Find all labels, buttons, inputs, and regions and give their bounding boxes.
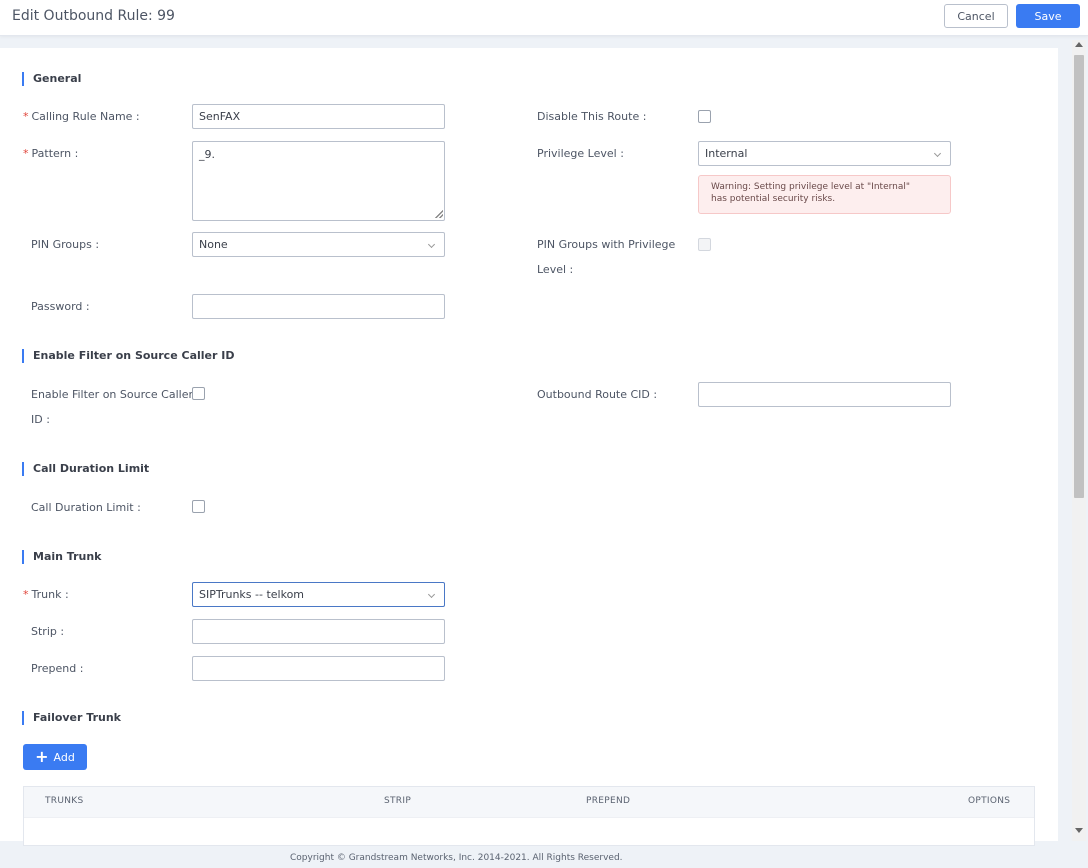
chevron-down-icon: [427, 240, 436, 249]
chevron-down-icon: [933, 149, 942, 158]
password-label: Password :: [31, 300, 90, 313]
column-prepend: PREPEND: [586, 796, 631, 806]
privilege-level-select[interactable]: Internal: [698, 141, 951, 166]
column-options: OPTIONS: [968, 796, 1011, 806]
enable-filter-label: Enable Filter on Source Caller: [31, 388, 194, 401]
column-strip: STRIP: [384, 796, 412, 806]
pin-groups-value: None: [199, 238, 228, 251]
enable-filter-checkbox[interactable]: [192, 387, 205, 400]
scrollbar[interactable]: [1072, 40, 1086, 841]
outbound-route-cid-label: Outbound Route CID :: [537, 388, 658, 401]
strip-label: Strip :: [31, 625, 65, 638]
add-label: Add: [53, 750, 75, 764]
section-duration-title: Call Duration Limit: [22, 462, 149, 476]
page-title: Edit Outbound Rule: 99: [12, 8, 175, 24]
trunk-value: SIPTrunks -- telkom: [199, 588, 305, 601]
top-bar: Edit Outbound Rule: 99 Cancel Save: [0, 0, 1088, 36]
disable-route-checkbox[interactable]: [698, 110, 711, 123]
required-mark: *: [23, 110, 29, 123]
required-mark: *: [23, 588, 29, 601]
prepend-input[interactable]: [192, 656, 445, 681]
cancel-button[interactable]: Cancel: [944, 4, 1008, 28]
pin-groups-select[interactable]: None: [192, 232, 445, 257]
form-panel: [0, 48, 1058, 841]
pattern-textarea[interactable]: _9.: [192, 141, 445, 221]
calling-rule-name-label: * Calling Rule Name :: [23, 110, 140, 123]
trunk-select[interactable]: SIPTrunks -- telkom: [192, 582, 445, 607]
table-header: TRUNKS STRIP PREPEND OPTIONS: [24, 787, 1034, 818]
pin-groups-label: PIN Groups :: [31, 238, 100, 251]
outbound-route-cid-input[interactable]: [698, 382, 951, 407]
section-failover-title: Failover Trunk: [22, 711, 121, 725]
enable-filter-label-cont: ID :: [31, 413, 50, 426]
add-failover-button[interactable]: + Add: [23, 744, 87, 770]
scroll-up-icon[interactable]: [1075, 42, 1083, 47]
scroll-down-icon[interactable]: [1075, 828, 1083, 833]
column-trunks: TRUNKS: [45, 796, 84, 806]
resize-grip-icon[interactable]: [435, 210, 443, 218]
scroll-thumb[interactable]: [1074, 55, 1084, 498]
chevron-down-icon: [427, 590, 436, 599]
privilege-warning: Warning: Setting privilege level at "Int…: [698, 175, 951, 214]
warning-line-2: has potential security risks.: [711, 194, 836, 204]
trunk-label: * Trunk :: [23, 588, 69, 601]
pin-groups-privilege-label-cont: Level :: [537, 263, 574, 276]
disable-route-label: Disable This Route :: [537, 110, 647, 123]
failover-table: TRUNKS STRIP PREPEND OPTIONS: [23, 786, 1035, 846]
pattern-label: * Pattern :: [23, 147, 79, 160]
privilege-level-value: Internal: [705, 147, 748, 160]
call-duration-label: Call Duration Limit :: [31, 501, 141, 514]
pin-groups-privilege-label: PIN Groups with Privilege: [537, 238, 676, 251]
save-button[interactable]: Save: [1016, 4, 1080, 28]
section-main-trunk-title: Main Trunk: [22, 550, 102, 564]
privilege-level-label: Privilege Level :: [537, 147, 624, 160]
section-general-title: General: [22, 72, 81, 86]
plus-icon: +: [35, 747, 49, 766]
section-filter-title: Enable Filter on Source Caller ID: [22, 349, 234, 363]
strip-input[interactable]: [192, 619, 445, 644]
required-mark: *: [23, 147, 29, 160]
copyright-text: Copyright © Grandstream Networks, Inc. 2…: [290, 853, 623, 863]
password-input[interactable]: [192, 294, 445, 319]
call-duration-checkbox[interactable]: [192, 500, 205, 513]
calling-rule-name-input[interactable]: [192, 104, 445, 129]
pin-groups-privilege-checkbox[interactable]: [698, 238, 711, 251]
warning-line-1: Warning: Setting privilege level at "Int…: [711, 182, 911, 192]
prepend-label: Prepend :: [31, 662, 84, 675]
